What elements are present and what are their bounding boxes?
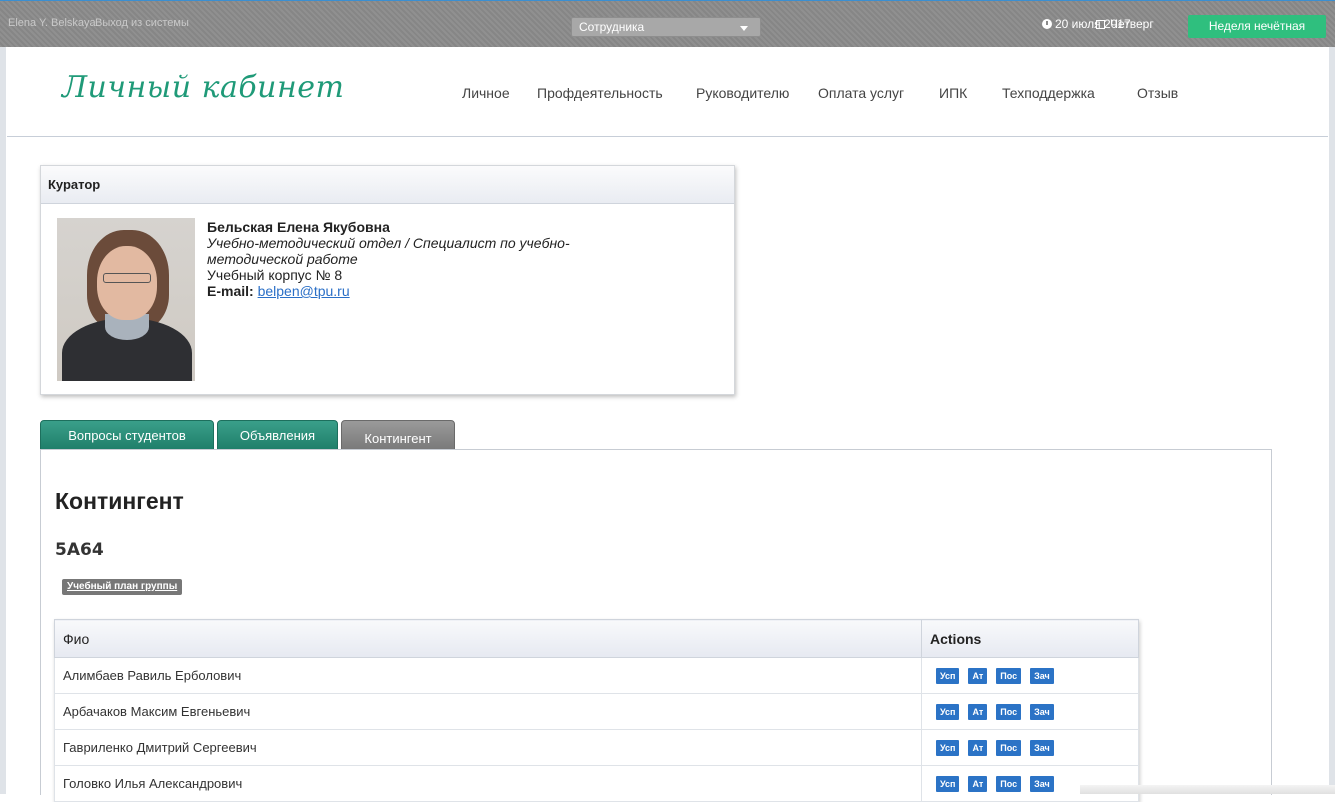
attestation-button[interactable]: Ат: [968, 740, 988, 756]
top-bar: Elena Y. Belskaya Выход из системы Сотру…: [0, 0, 1335, 47]
curator-name: Бельская Елена Якубовна: [207, 219, 390, 235]
attestation-button[interactable]: Ат: [968, 776, 988, 792]
nav-item-payment[interactable]: Оплата услуг: [818, 85, 904, 101]
table-header-row: Фио Actions: [54, 619, 1139, 658]
students-table: Фио Actions Алимбаев Равиль Ерболович Ус…: [54, 619, 1139, 802]
bottom-edge-shadow: [1080, 785, 1335, 794]
attendance-button[interactable]: Пос: [996, 668, 1022, 684]
attestation-button[interactable]: Ат: [968, 668, 988, 684]
user-name-link[interactable]: Elena Y. Belskaya: [8, 17, 96, 29]
chevron-down-icon: [740, 26, 748, 31]
credits-button[interactable]: Зач: [1030, 668, 1054, 684]
role-select[interactable]: Сотрудника: [571, 17, 761, 37]
nav-item-professional[interactable]: Профдеятельность: [537, 85, 663, 101]
current-weekday: Четверг: [1096, 17, 1154, 31]
row-actions: Усп Ат Пос Зач: [921, 693, 1139, 730]
group-plan-button[interactable]: Учебный план группы: [62, 579, 183, 595]
group-title: 5А64: [55, 540, 104, 560]
role-select-value: Сотрудника: [579, 20, 645, 34]
row-actions: Усп Ат Пос Зач: [921, 765, 1139, 802]
grades-button[interactable]: Усп: [936, 776, 960, 792]
tab-student-questions[interactable]: Вопросы студентов: [40, 420, 214, 450]
table-row: Арбачаков Максим Евгеньевич Усп Ат Пос Зач: [54, 693, 1139, 730]
calendar-icon: [1096, 20, 1105, 29]
student-name: Арбачаков Максим Евгеньевич: [54, 693, 922, 730]
site-header: Личный кабинет Личное Профдеятельность Р…: [7, 47, 1328, 137]
grades-button[interactable]: Усп: [936, 704, 960, 720]
grades-button[interactable]: Усп: [936, 668, 960, 684]
credits-button[interactable]: Зач: [1030, 704, 1054, 720]
weekday-text: Четверг: [1110, 17, 1154, 31]
curator-dept-line1: Учебно-методический отдел / Специалист п…: [207, 235, 570, 251]
student-name: Головко Илья Александрович: [54, 765, 922, 802]
curator-dept-line2: методической работе: [207, 251, 358, 267]
credits-button[interactable]: Зач: [1030, 776, 1054, 792]
attendance-button[interactable]: Пос: [996, 704, 1022, 720]
curator-photo: [57, 218, 195, 381]
email-label: E-mail:: [207, 283, 254, 299]
tab-contingent[interactable]: Контингент: [341, 420, 455, 450]
logout-link[interactable]: Выход из системы: [95, 17, 189, 29]
table-row: Гавриленко Дмитрий Сергеевич Усп Ат Пос Зач: [54, 729, 1139, 766]
attendance-button[interactable]: Пос: [996, 776, 1022, 792]
student-name: Гавриленко Дмитрий Сергеевич: [54, 729, 922, 766]
nav-item-manager[interactable]: Руководителю: [696, 85, 789, 101]
row-actions: Усп Ат Пос Зач: [921, 657, 1139, 694]
column-header-actions: Actions: [921, 619, 1139, 658]
curator-building: Учебный корпус № 8: [207, 267, 343, 283]
curator-email-link[interactable]: belpen@tpu.ru: [258, 283, 350, 299]
window-frame-right: [1329, 0, 1335, 794]
nav-item-feedback[interactable]: Отзыв: [1137, 85, 1178, 101]
table-row: Алимбаев Равиль Ерболович Усп Ат Пос Зач: [54, 657, 1139, 694]
column-header-name: Фио: [54, 619, 922, 658]
contingent-panel: Контингент 5А64 Учебный план группы Фио …: [40, 449, 1272, 802]
credits-button[interactable]: Зач: [1030, 740, 1054, 756]
curator-panel: Куратор Бельская Елена Якубовна Учебно-м…: [40, 165, 735, 395]
row-actions: Усп Ат Пос Зач: [921, 729, 1139, 766]
tab-announcements[interactable]: Объявления: [217, 420, 338, 450]
nav-item-ipk[interactable]: ИПК: [939, 85, 967, 101]
site-logo[interactable]: Личный кабинет: [62, 70, 344, 105]
nav-item-personal[interactable]: Личное: [462, 85, 510, 101]
nav-item-support[interactable]: Техподдержка: [1002, 85, 1095, 101]
week-type-badge: Неделя нечётная: [1188, 15, 1326, 38]
clock-icon: [1042, 19, 1052, 29]
table-row: Головко Илья Александрович Усп Ат Пос Зач: [54, 765, 1139, 802]
attendance-button[interactable]: Пос: [996, 740, 1022, 756]
page-title: Контингент: [55, 488, 184, 514]
student-name: Алимбаев Равиль Ерболович: [54, 657, 922, 694]
curator-email-row: E-mail: belpen@tpu.ru: [207, 283, 647, 299]
window-frame-left: [0, 0, 6, 794]
grades-button[interactable]: Усп: [936, 740, 960, 756]
curator-info: Бельская Елена Якубовна Учебно-методичес…: [207, 219, 647, 299]
attestation-button[interactable]: Ат: [968, 704, 988, 720]
curator-panel-title: Куратор: [41, 166, 734, 204]
